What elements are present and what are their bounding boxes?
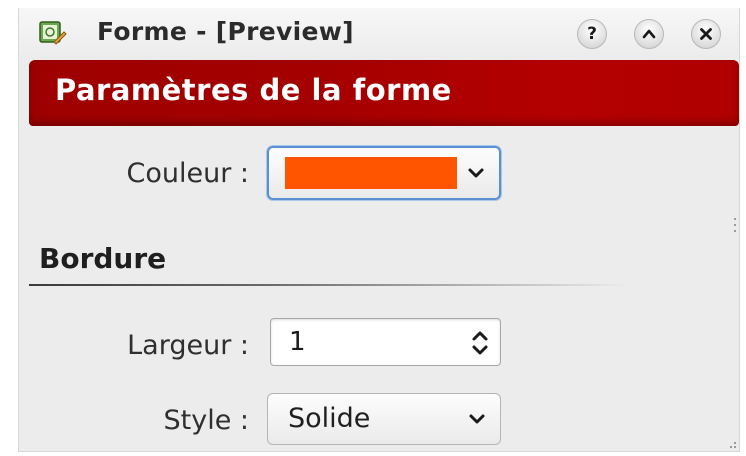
style-select[interactable]: Solide	[267, 393, 501, 445]
forme-window: Forme - [Preview] ? Paramètres de la for…	[18, 8, 740, 452]
shape-parameters-banner: Paramètres de la forme	[29, 60, 739, 126]
help-icon: ?	[587, 24, 597, 44]
section-divider	[29, 284, 629, 286]
width-label: Largeur :	[127, 330, 249, 361]
color-label: Couleur :	[126, 158, 250, 189]
chevron-up-icon	[642, 29, 656, 39]
chevron-down-icon	[468, 168, 484, 178]
close-button[interactable]	[691, 19, 721, 49]
window-title: Forme - [Preview]	[97, 17, 354, 46]
color-swatch	[285, 157, 457, 189]
spin-arrows-icon[interactable]	[470, 328, 490, 358]
resize-grip-icon[interactable]	[729, 441, 737, 449]
style-value: Solide	[288, 403, 371, 434]
width-spinbox[interactable]: 1	[270, 318, 501, 366]
border-section-heading: Bordure	[39, 242, 167, 275]
shape-app-icon	[39, 21, 67, 45]
close-icon	[700, 28, 712, 40]
title-bar[interactable]: Forme - [Preview] ?	[19, 8, 739, 58]
shade-button[interactable]	[634, 19, 664, 49]
chevron-down-icon	[469, 414, 485, 424]
color-picker-combo[interactable]	[267, 146, 501, 200]
style-label: Style :	[163, 405, 250, 436]
splitter-grip[interactable]	[734, 218, 737, 248]
help-button[interactable]: ?	[577, 19, 607, 49]
width-value: 1	[289, 327, 306, 357]
banner-title: Paramètres de la forme	[55, 73, 452, 107]
